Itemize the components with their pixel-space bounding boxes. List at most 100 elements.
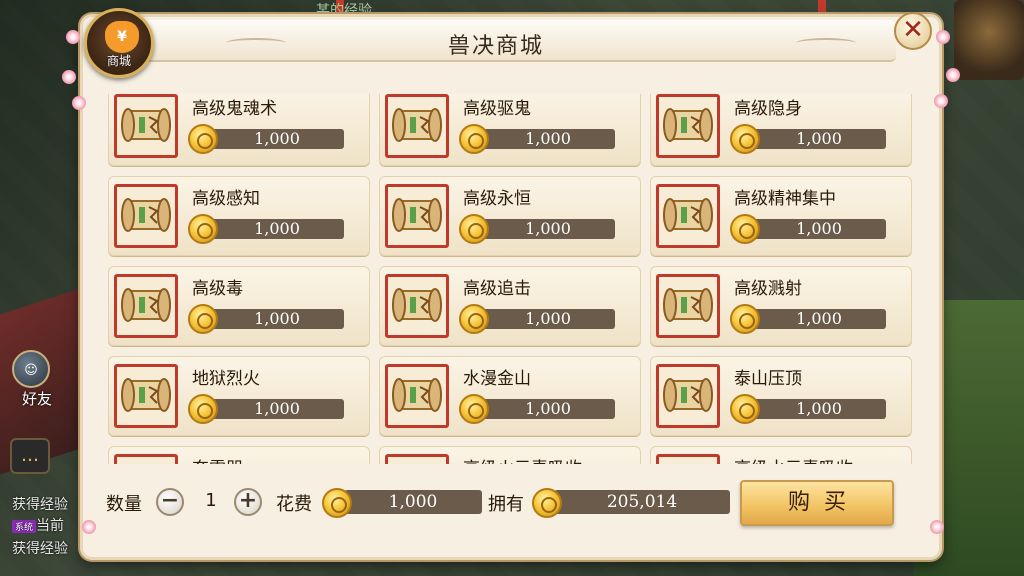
coin-icon <box>188 214 218 244</box>
price-row: 1,000 <box>730 214 886 244</box>
blossom-icon <box>62 70 76 84</box>
purchase-bar: 数量 − 1 + 花费 1,000 拥有 205,014 购买 <box>100 476 920 532</box>
coin-icon <box>459 124 489 154</box>
price-row: 1,000 <box>188 394 344 424</box>
scroll-icon <box>656 274 720 338</box>
price-row: 1,000 <box>459 124 615 154</box>
coin-icon <box>188 124 218 154</box>
plus-button[interactable]: + <box>234 488 262 516</box>
minus-button[interactable]: − <box>156 488 184 516</box>
item-card[interactable]: 高级精神集中 1,000 <box>650 176 912 256</box>
scroll-icon <box>385 454 449 464</box>
coin-icon <box>730 214 760 244</box>
money-bag-icon: ¥ <box>105 21 139 53</box>
log-line: 系统 当前 <box>12 515 64 535</box>
item-price: 1,000 <box>210 129 344 149</box>
item-card[interactable]: 高级追击 1,000 <box>379 266 641 346</box>
owned-value: 205,014 <box>554 490 730 514</box>
coin-icon <box>459 394 489 424</box>
scroll-icon <box>656 364 720 428</box>
scroll-icon <box>656 94 720 158</box>
price-row: 1,000 <box>188 124 344 154</box>
quantity-value[interactable]: 1 <box>196 490 226 511</box>
title-bar: 兽决商城 <box>96 20 896 62</box>
item-price: 1,000 <box>481 399 615 419</box>
item-name: 水漫金山 <box>463 369 531 389</box>
item-price: 1,000 <box>210 309 344 329</box>
price-row: 1,000 <box>459 394 615 424</box>
item-name: 高级溅射 <box>734 279 802 299</box>
item-card[interactable]: 高级隐身 1,000 <box>650 94 912 166</box>
friends-icon[interactable]: ☺ <box>12 350 50 388</box>
price-row: 1,000 <box>730 124 886 154</box>
coin-icon <box>730 394 760 424</box>
item-name: 高级追击 <box>463 279 531 299</box>
price-row: 1,000 <box>459 214 615 244</box>
coin-icon <box>322 488 352 518</box>
cost-value: 1,000 <box>344 490 482 514</box>
log-tag: 系统 <box>12 519 37 533</box>
scroll-icon <box>385 94 449 158</box>
shop-badge: ¥ 商城 <box>84 8 154 78</box>
item-card[interactable]: 高级驱鬼 1,000 <box>379 94 641 166</box>
item-card[interactable]: 高级溅射 1,000 <box>650 266 912 346</box>
item-price: 1,000 <box>752 399 886 419</box>
item-name: 高级毒 <box>192 279 243 299</box>
scroll-icon <box>385 184 449 248</box>
coin-icon <box>459 304 489 334</box>
coin-icon <box>188 304 218 334</box>
item-card[interactable]: 高级水元素吸收 <box>650 446 912 464</box>
shop-badge-label: 商城 <box>106 54 131 68</box>
scroll-icon <box>385 364 449 428</box>
item-card[interactable]: 水漫金山 1,000 <box>379 356 641 436</box>
scroll-icon <box>114 454 178 464</box>
item-card[interactable]: 高级感知 1,000 <box>108 176 370 256</box>
item-card[interactable]: 地狱烈火 1,000 <box>108 356 370 436</box>
blossom-icon <box>930 520 944 534</box>
item-card[interactable]: 高级火元素吸收 <box>379 446 641 464</box>
item-name: 高级驱鬼 <box>463 99 531 119</box>
chat-icon[interactable]: … <box>10 438 50 474</box>
item-list[interactable]: 高级鬼魂术 1,000 高级驱鬼 1,000 高级隐身 1,000 高级感知 1… <box>104 94 920 464</box>
item-price: 1,000 <box>481 309 615 329</box>
buy-button[interactable]: 购买 <box>740 480 894 526</box>
window-title: 兽决商城 <box>447 34 544 59</box>
item-price: 1,000 <box>481 129 615 149</box>
price-row: 1,000 <box>730 304 886 334</box>
scroll-icon <box>114 364 178 428</box>
item-name: 奔雷咒 <box>192 454 243 464</box>
price-row: 1,000 <box>188 304 344 334</box>
item-price: 1,000 <box>481 219 615 239</box>
item-price: 1,000 <box>752 219 886 239</box>
item-name: 泰山压顶 <box>734 369 802 389</box>
item-card[interactable]: 奔雷咒 <box>108 446 370 464</box>
owned-label: 拥有 <box>488 494 524 515</box>
item-card[interactable]: 泰山压顶 1,000 <box>650 356 912 436</box>
item-card[interactable]: 高级鬼魂术 1,000 <box>108 94 370 166</box>
item-price: 1,000 <box>752 309 886 329</box>
item-price: 1,000 <box>752 129 886 149</box>
item-name: 高级精神集中 <box>734 189 836 209</box>
item-card[interactable]: 高级毒 1,000 <box>108 266 370 346</box>
quantity-label: 数量 <box>106 494 142 515</box>
scroll-icon <box>656 184 720 248</box>
price-row: 1,000 <box>188 214 344 244</box>
scroll-icon <box>656 454 720 464</box>
coin-icon <box>730 124 760 154</box>
blossom-icon <box>66 30 80 44</box>
monster-portrait[interactable] <box>954 0 1024 80</box>
item-name: 高级隐身 <box>734 99 802 119</box>
scroll-icon <box>385 274 449 338</box>
coin-icon <box>532 488 562 518</box>
item-name: 地狱烈火 <box>192 369 260 389</box>
item-name: 高级永恒 <box>463 189 531 209</box>
item-name: 高级火元素吸收 <box>463 454 582 464</box>
blossom-icon <box>72 96 86 110</box>
blossom-icon <box>946 68 960 82</box>
coin-icon <box>459 214 489 244</box>
scroll-icon <box>114 94 178 158</box>
item-card[interactable]: 高级永恒 1,000 <box>379 176 641 256</box>
close-button[interactable]: ✕ <box>894 12 932 50</box>
item-price: 1,000 <box>210 399 344 419</box>
blossom-icon <box>934 94 948 108</box>
